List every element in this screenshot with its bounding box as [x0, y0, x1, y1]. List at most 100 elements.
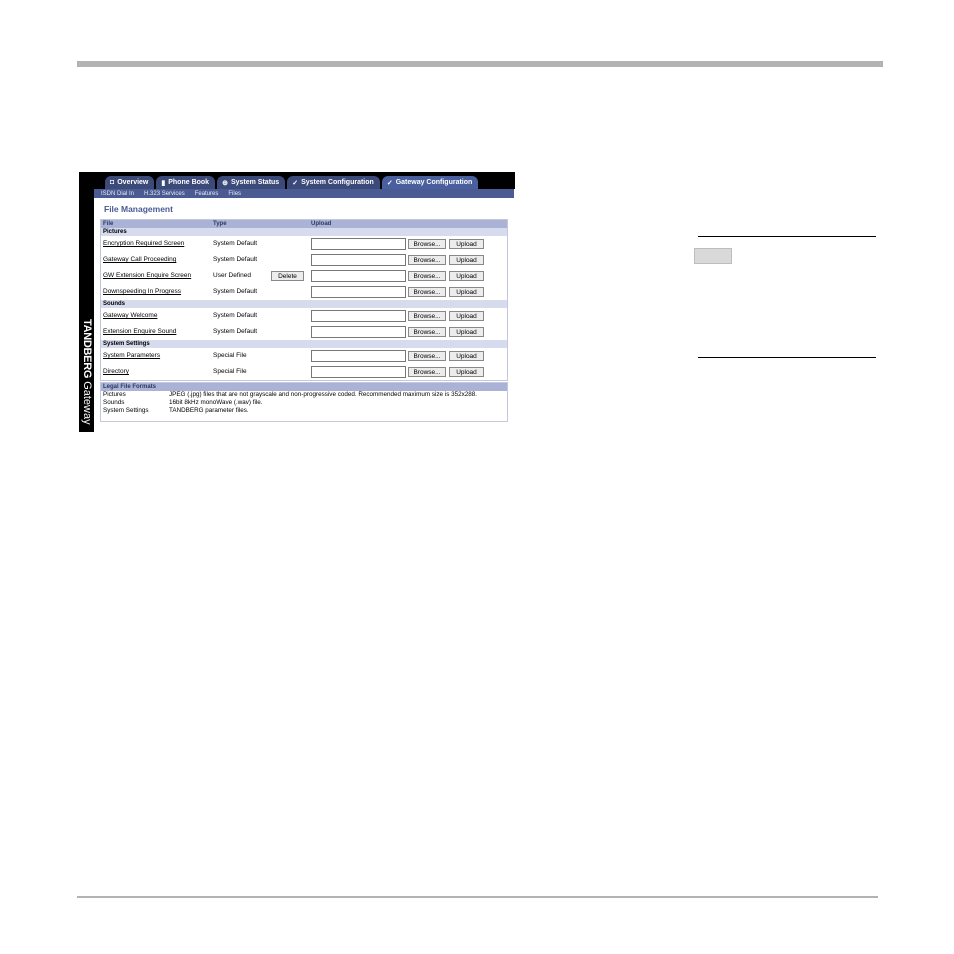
- footer-rule: [77, 896, 878, 898]
- upload-path-input[interactable]: [311, 238, 406, 250]
- legal-row: Sounds 16bit 8kHz monoWave (.wav) file.: [101, 399, 507, 407]
- upload-path-input[interactable]: [311, 350, 406, 362]
- wrench-icon: ✓: [292, 179, 299, 187]
- section-header: Sounds: [101, 300, 507, 308]
- table-row: Extension Enquire Sound System Default Bro…: [101, 324, 507, 340]
- tab-label: Phone Book: [168, 179, 210, 186]
- sample-button[interactable]: [694, 248, 732, 264]
- file-type: System Default: [213, 240, 258, 247]
- file-link[interactable]: GW Extension Enquire Screen: [103, 272, 191, 279]
- upload-path-input[interactable]: [311, 366, 406, 378]
- upload-button[interactable]: Upload: [449, 239, 484, 249]
- delete-button[interactable]: Delete: [271, 271, 304, 281]
- subnav-h-323-services[interactable]: H.323 Services: [144, 191, 185, 197]
- file-link[interactable]: Gateway Call Proceeding: [103, 256, 176, 263]
- upload-path-input[interactable]: [311, 270, 406, 282]
- status-icon: ⊕: [222, 179, 228, 187]
- brand-logo: TANDBERG Gateway: [81, 319, 93, 425]
- table-header: File Type Upload: [101, 220, 507, 228]
- callout-rule-top: [698, 236, 876, 237]
- browse-button[interactable]: Browse...: [408, 327, 446, 337]
- upload-path-input[interactable]: [311, 254, 406, 266]
- table-row: Gateway Call Proceeding System Default Bro…: [101, 252, 507, 268]
- tab-label: System Configuration: [301, 179, 374, 186]
- upload-button[interactable]: Upload: [449, 271, 484, 281]
- file-link[interactable]: Gateway Welcome: [103, 312, 157, 319]
- tab-bar: ◘ Overview ▮ Phone Book ⊕ System Status ✓ Syste…: [105, 176, 479, 189]
- browse-button[interactable]: Browse...: [408, 287, 446, 297]
- browse-button[interactable]: Browse...: [408, 311, 446, 321]
- file-link[interactable]: System Parameters: [103, 352, 160, 359]
- table-row: GW Extension Enquire Screen User Defined D…: [101, 268, 507, 284]
- browse-button[interactable]: Browse...: [408, 255, 446, 265]
- file-type: User Defined: [213, 272, 251, 279]
- tab-phone-book[interactable]: ▮ Phone Book: [156, 176, 216, 189]
- top-bar: ◘ Overview ▮ Phone Book ⊕ System Status ✓ Syste…: [94, 172, 515, 189]
- file-type: System Default: [213, 312, 258, 319]
- col-file: File: [103, 221, 114, 227]
- legal-value: 16bit 8kHz monoWave (.wav) file.: [169, 399, 263, 406]
- upload-button[interactable]: Upload: [449, 367, 484, 377]
- upload-path-input[interactable]: [311, 310, 406, 322]
- sub-navigation: ISDN Dial In H.323 Services Features Files: [94, 189, 514, 198]
- upload-button[interactable]: Upload: [449, 327, 484, 337]
- subnav-isdn-dial-in[interactable]: ISDN Dial In: [101, 191, 134, 197]
- callout-rule-bottom: [698, 357, 876, 358]
- upload-button[interactable]: Upload: [449, 255, 484, 265]
- tab-gateway-configuration[interactable]: ✓ Gateway Configuration: [381, 176, 479, 189]
- legal-title: Legal File Formats: [101, 383, 507, 391]
- tab-system-configuration[interactable]: ✓ System Configuration: [287, 176, 380, 189]
- legal-formats: Legal File Formats Pictures JPEG (.jpg) f…: [100, 382, 508, 422]
- main-panel: File Management File Type Upload Picture…: [94, 198, 515, 432]
- browse-button[interactable]: Browse...: [408, 271, 446, 281]
- upload-path-input[interactable]: [311, 286, 406, 298]
- file-link[interactable]: Downspeeding In Progress: [103, 288, 181, 295]
- wrench-icon: ✓: [386, 179, 393, 187]
- legal-key: System Settings: [103, 407, 149, 414]
- col-upload: Upload: [311, 221, 332, 227]
- col-type: Type: [213, 221, 227, 227]
- file-link[interactable]: Directory: [103, 368, 129, 375]
- upload-button[interactable]: Upload: [449, 351, 484, 361]
- table-row: Downspeeding In Progress System Default Br…: [101, 284, 507, 300]
- subnav-features[interactable]: Features: [195, 191, 219, 197]
- browse-button[interactable]: Browse...: [408, 351, 446, 361]
- tab-label: Overview: [117, 179, 149, 186]
- tab-label: Gateway Configuration: [395, 179, 473, 186]
- phone-book-icon: ▮: [161, 179, 166, 187]
- file-type: Special File: [213, 352, 247, 359]
- tab-label: System Status: [230, 179, 280, 186]
- upload-path-input[interactable]: [311, 326, 406, 338]
- page-title: File Management: [104, 204, 173, 214]
- overview-icon: ◘: [110, 179, 115, 186]
- legal-key: Sounds: [103, 399, 125, 406]
- file-link[interactable]: Encryption Required Screen: [103, 240, 184, 247]
- table-row: Encryption Required Screen System Default…: [101, 236, 507, 252]
- file-link[interactable]: Extension Enquire Sound: [103, 328, 176, 335]
- legal-row: System Settings TANDBERG parameter files.: [101, 407, 507, 415]
- section-title: Pictures: [103, 229, 127, 235]
- file-type: System Default: [213, 256, 258, 263]
- subnav-files[interactable]: Files: [228, 191, 241, 197]
- browse-button[interactable]: Browse...: [408, 367, 446, 377]
- tab-system-status[interactable]: ⊕ System Status: [217, 176, 286, 189]
- tab-overview[interactable]: ◘ Overview: [105, 176, 155, 189]
- upload-button[interactable]: Upload: [449, 311, 484, 321]
- table-row: Gateway Welcome System Default Browse... Up…: [101, 308, 507, 324]
- file-type: System Default: [213, 288, 258, 295]
- file-table: File Type Upload Pictures Encryption Requ…: [100, 219, 508, 381]
- gateway-screenshot: TANDBERG Gateway ◘ Overview ▮ Phone Book ⊕ Sy…: [79, 172, 515, 432]
- browse-button[interactable]: Browse...: [408, 239, 446, 249]
- legal-value: TANDBERG parameter files.: [169, 407, 249, 414]
- legal-row: Pictures JPEG (.jpg) files that are not g…: [101, 391, 507, 399]
- table-row: System Parameters Special File Browse... Up…: [101, 348, 507, 364]
- section-title: Sounds: [103, 301, 125, 307]
- brand-strip: TANDBERG Gateway: [79, 172, 94, 432]
- table-row: Directory Special File Browse... Upload: [101, 364, 507, 380]
- section-title: System Settings: [103, 341, 150, 347]
- legal-value: JPEG (.jpg) files that are not grayscale…: [169, 391, 477, 398]
- upload-button[interactable]: Upload: [449, 287, 484, 297]
- file-type: System Default: [213, 328, 258, 335]
- section-header: Pictures: [101, 228, 507, 236]
- header-rule: [77, 61, 883, 67]
